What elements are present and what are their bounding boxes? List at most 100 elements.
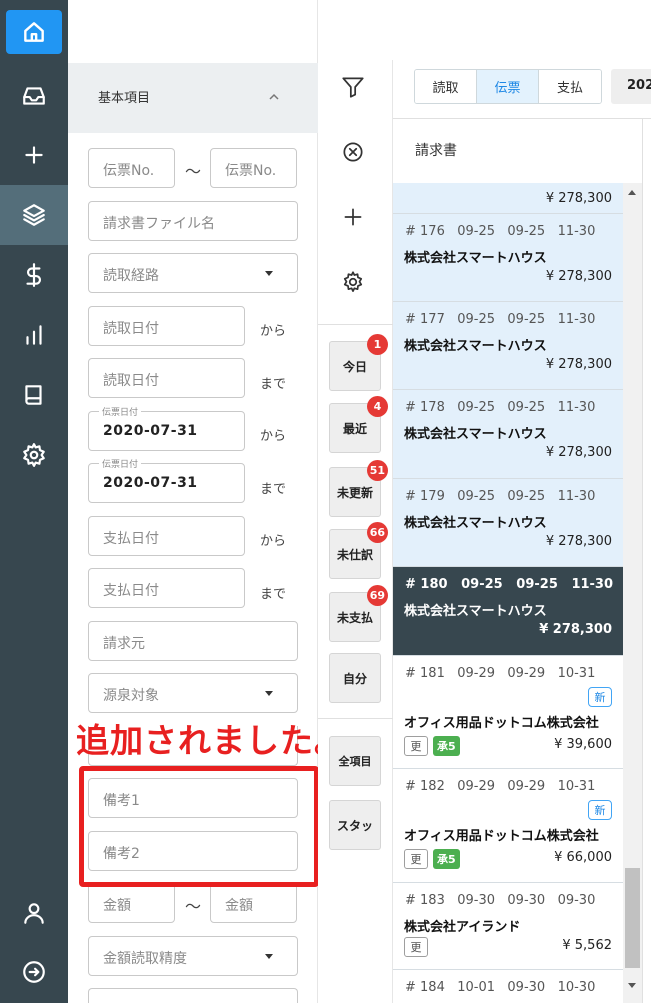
slip-no-from-field[interactable]: 伝票No. xyxy=(88,148,175,188)
quick-mine-button[interactable]: 自分 xyxy=(329,653,381,703)
all-items-button[interactable]: 全項目 xyxy=(329,736,381,786)
suffix-to: まで xyxy=(260,587,287,602)
slip-date-to-field[interactable]: 伝票日付 2020-07-31 xyxy=(88,457,245,503)
inbox-icon xyxy=(23,87,45,105)
slip-date-from-field[interactable]: 伝票日付 2020-07-31 xyxy=(88,405,245,451)
nav-reports-button[interactable] xyxy=(0,305,68,365)
home-icon xyxy=(24,22,44,42)
nav-book-button[interactable] xyxy=(0,365,68,425)
invoice-meta: # 178 09-25 09-25 11-30 xyxy=(405,400,596,415)
filter-button[interactable] xyxy=(340,74,366,100)
invoice-row[interactable]: # 178 09-25 09-25 11-30 株式会社スマートハウス ¥ 278,… xyxy=(393,390,623,479)
invoice-vendor: 株式会社スマートハウス xyxy=(404,427,547,442)
quick-recent-button[interactable]: 最近 4 xyxy=(329,396,388,453)
pay-date-to-field[interactable]: 支払日付 xyxy=(88,568,245,608)
quick-unpaid-button[interactable]: 未支払 69 xyxy=(329,585,388,642)
read-route-select[interactable]: 読取経路 xyxy=(88,253,298,293)
filter-settings-button[interactable] xyxy=(340,269,366,295)
updated-badge[interactable]: 更 xyxy=(404,849,428,869)
amount-to-placeholder: 金額 xyxy=(225,898,253,914)
invoice-file-field[interactable]: 請求書ファイル名 xyxy=(88,201,298,241)
invoice-row[interactable]: # 180 09-25 09-25 11-30 株式会社スマートハウス ¥ 278,… xyxy=(393,567,623,656)
count-badge: 4 xyxy=(367,396,388,417)
nav-user-button[interactable] xyxy=(0,883,68,943)
tab-payment[interactable]: 支払 xyxy=(539,70,601,103)
staff-button[interactable]: スタッ xyxy=(329,800,381,850)
slip-date-from-value: 2020-07-31 xyxy=(103,423,198,439)
nav-inbox-button[interactable] xyxy=(0,66,68,126)
caret-down-icon xyxy=(265,271,273,276)
quick-not-journaled-button[interactable]: 未仕訳 66 xyxy=(329,522,388,579)
app-root: 基本項目 伝票No. 〜 伝票No. 請求書ファイル名 読取経路 読取日付 から… xyxy=(0,0,651,1003)
nav-add-button[interactable] xyxy=(0,125,68,185)
withholding-select[interactable]: 源泉対象 xyxy=(88,673,298,713)
biller-field[interactable]: 請求元 xyxy=(88,621,298,661)
gear-icon xyxy=(23,443,45,467)
new-badge[interactable]: 新 xyxy=(588,800,612,820)
user-icon xyxy=(24,903,44,924)
read-date-to-field[interactable]: 読取日付 xyxy=(88,358,245,398)
next-field[interactable] xyxy=(88,988,298,1003)
invoice-amount: ¥ 278,300 xyxy=(545,445,612,460)
invoice-row[interactable]: # 183 09-30 09-30 09-30 株式会社アイランド更 ¥ 5,562 xyxy=(393,883,623,970)
invoice-row[interactable]: # 176 09-25 09-25 11-30 株式会社スマートハウス ¥ 278,… xyxy=(393,214,623,302)
updated-badge[interactable]: 更 xyxy=(404,937,428,957)
add-filter-button[interactable] xyxy=(340,204,366,230)
approved-badge[interactable]: 承5 xyxy=(433,736,460,756)
invoice-row[interactable]: ¥ 278,300 xyxy=(393,183,623,214)
nav-settings-button[interactable] xyxy=(0,425,68,485)
nav-layers-button[interactable] xyxy=(0,185,68,245)
invoice-amount: ¥ 39,600 xyxy=(554,737,612,752)
invoice-amount: ¥ 278,300 xyxy=(539,622,612,637)
nav-logout-button[interactable] xyxy=(0,942,68,1002)
view-tab-group: 読取 伝票 支払 xyxy=(414,69,602,104)
scroll-down-arrow-icon[interactable] xyxy=(628,983,636,988)
tab-slip[interactable]: 伝票 xyxy=(477,70,539,103)
year-selector[interactable]: 202 xyxy=(611,69,651,104)
invoice-row[interactable]: # 179 09-25 09-25 11-30 株式会社スマートハウス ¥ 278,… xyxy=(393,479,623,567)
approved-badge[interactable]: 承5 xyxy=(433,849,460,869)
quick-today-button[interactable]: 今日 1 xyxy=(329,334,388,391)
tab-read[interactable]: 読取 xyxy=(415,70,477,103)
suffix-to: まで xyxy=(260,482,287,497)
slip-no-to-field[interactable]: 伝票No. xyxy=(210,148,297,188)
invoice-vendor: オフィス用品ドットコム株式会社 xyxy=(404,716,599,731)
invoice-amount: ¥ 278,300 xyxy=(545,269,612,284)
quick-not-updated-button[interactable]: 未更新 51 xyxy=(329,460,388,517)
read-date-from-field[interactable]: 読取日付 xyxy=(88,306,245,346)
invoice-file-placeholder: 請求書ファイル名 xyxy=(103,216,215,232)
toolbar-divider xyxy=(318,718,393,719)
pay-date-from-field[interactable]: 支払日付 xyxy=(88,516,245,556)
amount-to-field[interactable]: 金額 xyxy=(210,883,297,923)
list-header-divider xyxy=(393,118,651,119)
scroll-thumb[interactable] xyxy=(625,868,640,968)
plus-icon xyxy=(25,146,43,164)
invoice-row[interactable]: # 184 10-01 09-30 10-30 xyxy=(393,970,623,1003)
toolbar-divider xyxy=(318,324,393,325)
gear-icon xyxy=(343,271,363,292)
invoice-row[interactable]: # 182 09-29 09-29 10-31 オフィス用品ドットコム株式会社 新更… xyxy=(393,769,623,883)
bar-chart-icon xyxy=(26,325,42,345)
quick-label: 自分 xyxy=(342,671,367,686)
invoice-amount: ¥ 278,300 xyxy=(545,357,612,372)
invoice-vendor: オフィス用品ドットコム株式会社 xyxy=(404,829,599,844)
chevron-up-icon[interactable] xyxy=(266,89,282,105)
toolbar-column: 今日 1 最近 4 未更新 51 未仕訳 66 未支払 69 自分 全項目 スタッ xyxy=(318,60,393,1003)
invoice-vendor: 株式会社アイランド xyxy=(404,920,521,935)
scroll-up-arrow-icon[interactable] xyxy=(628,190,636,195)
invoice-row[interactable]: # 177 09-25 09-25 11-30 株式会社スマートハウス ¥ 278,… xyxy=(393,302,623,390)
nav-home-button[interactable] xyxy=(6,10,62,54)
updated-badge[interactable]: 更 xyxy=(404,736,428,756)
invoice-row[interactable]: # 181 09-29 09-29 10-31 オフィス用品ドットコム株式会社 新更… xyxy=(393,656,623,769)
invoice-vendor: 株式会社スマートハウス xyxy=(404,604,547,619)
filter-section-header[interactable]: 基本項目 xyxy=(68,63,318,133)
amount-from-field[interactable]: 金額 xyxy=(88,883,175,923)
list-scrollbar[interactable] xyxy=(623,183,642,1003)
invoice-amount: ¥ 278,300 xyxy=(545,191,612,206)
nav-payment-button[interactable] xyxy=(0,245,68,305)
annotation-box xyxy=(79,766,319,887)
amount-accuracy-select[interactable]: 金額読取精度 xyxy=(88,936,298,976)
new-badge[interactable]: 新 xyxy=(588,687,612,707)
clear-button[interactable] xyxy=(340,139,366,165)
plus-icon xyxy=(344,208,362,226)
